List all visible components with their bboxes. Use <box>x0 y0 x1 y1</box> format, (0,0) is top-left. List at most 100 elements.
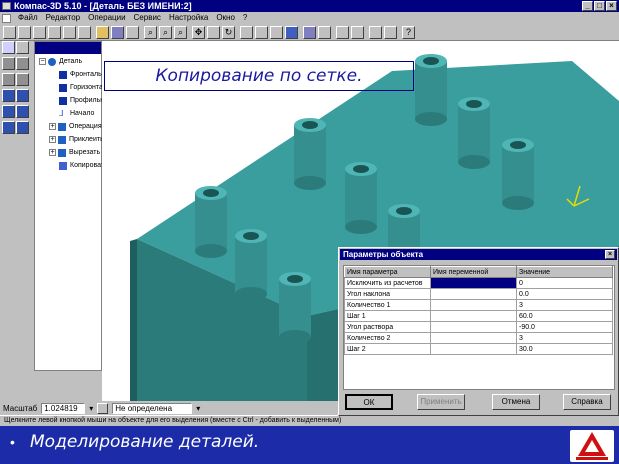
value-cell[interactable]: 3 <box>516 299 613 311</box>
document-icon[interactable] <box>2 13 11 23</box>
value-cell[interactable]: 3 <box>516 332 613 344</box>
revolve-icon[interactable] <box>16 57 29 70</box>
model-tree-panel: − Деталь Фронтальная Горизонтальная Проф… <box>34 41 122 371</box>
tree-item-cut[interactable]: + Вырезать <box>49 147 100 158</box>
cut-extrude-icon[interactable] <box>2 89 15 102</box>
variable-cell[interactable] <box>430 288 517 300</box>
orientation-select[interactable]: Не определена <box>112 402 193 414</box>
scale-bar: Масштаб 1.024819 ▾ Не определена ▾ <box>0 401 338 415</box>
rotate-icon[interactable]: ↻ <box>222 26 235 39</box>
maximize-button[interactable]: □ <box>594 1 605 11</box>
variable-cell[interactable] <box>430 332 517 344</box>
value-cell[interactable]: 30.0 <box>516 343 613 355</box>
expand-icon[interactable]: + <box>49 149 56 156</box>
tree-item-origin[interactable]: ⅃ Начало <box>59 108 94 119</box>
menu-service[interactable]: Сервис <box>130 12 165 24</box>
zoom-in-icon[interactable]: ⌕ <box>144 26 157 39</box>
menu-editor[interactable]: Редактор <box>42 12 84 24</box>
expand-icon[interactable]: + <box>49 123 56 130</box>
new-drawing-icon[interactable] <box>48 26 61 39</box>
table-row[interactable]: Угол раствора -90.0 <box>344 321 613 333</box>
zoom-all-icon[interactable] <box>207 26 220 39</box>
value-cell[interactable]: -90.0 <box>516 321 613 333</box>
save-icon[interactable] <box>111 26 124 39</box>
menu-window[interactable]: Окно <box>212 12 239 24</box>
pan-icon[interactable]: ✥ <box>192 26 205 39</box>
tree-item-label: Операция <box>69 123 102 130</box>
tree-item-boss[interactable]: + Приклеить <box>49 134 104 145</box>
properties-icon[interactable] <box>318 26 331 39</box>
menu-help[interactable]: ? <box>239 12 251 24</box>
chevron-down-icon[interactable]: ▾ <box>196 404 200 413</box>
chevron-down-icon[interactable]: ▾ <box>89 404 93 413</box>
boss-feature-icon <box>58 135 66 144</box>
hidden-lines-icon[interactable] <box>255 26 268 39</box>
close-button[interactable]: × <box>606 1 617 11</box>
menu-operations[interactable]: Операции <box>84 12 129 24</box>
mass-icon[interactable] <box>384 26 397 39</box>
value-cell[interactable]: 0.0 <box>516 288 613 300</box>
cut-revolve-icon[interactable] <box>16 89 29 102</box>
param-name-cell: Угол наклона <box>344 288 431 300</box>
extrude-icon[interactable] <box>2 57 15 70</box>
collapse-icon[interactable]: − <box>39 58 46 65</box>
column-header-param-name[interactable]: Имя параметра <box>344 266 431 278</box>
cancel-button[interactable]: Отмена <box>492 394 540 410</box>
pointer-icon[interactable] <box>16 41 29 54</box>
tree-item-part[interactable]: − Деталь <box>39 56 82 67</box>
new-fragment-icon[interactable] <box>63 26 76 39</box>
context-help-icon[interactable]: ? <box>402 26 415 39</box>
param-name-cell: Количество 2 <box>344 332 431 344</box>
loft-icon[interactable] <box>16 73 29 86</box>
open-folder-icon[interactable] <box>96 26 109 39</box>
table-row[interactable]: Шаг 2 30.0 <box>344 343 613 355</box>
zoom-window-icon[interactable]: ⌕ <box>174 26 187 39</box>
tree-item-copy[interactable]: Копировать <box>59 160 108 171</box>
value-cell[interactable]: 60.0 <box>516 310 613 322</box>
table-row[interactable]: Исключить из расчетов 0 <box>344 277 613 289</box>
select-icon[interactable] <box>2 41 15 54</box>
sketch-icon[interactable] <box>336 26 349 39</box>
wireframe-icon[interactable] <box>240 26 253 39</box>
tree-item-operation[interactable]: + Операция <box>49 121 102 132</box>
column-header-value[interactable]: Значение <box>516 266 613 278</box>
variable-cell[interactable] <box>430 321 517 333</box>
minimize-button[interactable]: _ <box>582 1 593 11</box>
new-icon[interactable] <box>3 26 16 39</box>
column-header-variable-name[interactable]: Имя переменной <box>430 266 517 278</box>
menu-settings[interactable]: Настройка <box>165 12 212 24</box>
edit-icon[interactable] <box>351 26 364 39</box>
sweep-icon[interactable] <box>2 73 15 86</box>
value-cell[interactable]: 0 <box>516 277 613 289</box>
shaded-icon[interactable] <box>285 26 298 39</box>
apply-button[interactable]: Применить <box>417 394 465 410</box>
thin-lines-icon[interactable] <box>270 26 283 39</box>
variable-cell[interactable] <box>430 277 517 289</box>
new-text-icon[interactable] <box>78 26 91 39</box>
orientation-icon[interactable] <box>97 402 109 414</box>
expand-icon[interactable]: + <box>49 136 56 143</box>
table-row[interactable]: Угол наклона 0.0 <box>344 288 613 300</box>
scale-input[interactable]: 1.024819 <box>41 402 86 414</box>
shell-icon[interactable] <box>2 121 15 134</box>
print-icon[interactable] <box>126 26 139 39</box>
help-button[interactable]: Справка <box>563 394 611 410</box>
fillet-icon[interactable] <box>2 105 15 118</box>
origin-axes-icon: ⅃ <box>59 108 64 118</box>
new-part-icon[interactable] <box>18 26 31 39</box>
rib-icon[interactable] <box>16 121 29 134</box>
zoom-out-icon[interactable]: ⌕ <box>159 26 172 39</box>
menu-file[interactable]: Файл <box>14 12 42 24</box>
chamfer-icon[interactable] <box>16 105 29 118</box>
variable-cell[interactable] <box>430 310 517 322</box>
new-assembly-icon[interactable] <box>33 26 46 39</box>
table-row[interactable]: Количество 1 3 <box>344 299 613 311</box>
table-row[interactable]: Шаг 1 60.0 <box>344 310 613 322</box>
ok-button[interactable]: ОК <box>345 394 393 410</box>
dialog-close-button[interactable]: × <box>605 250 615 259</box>
measure-icon[interactable] <box>369 26 382 39</box>
variable-cell[interactable] <box>430 299 517 311</box>
variable-cell[interactable] <box>430 343 517 355</box>
tree-view-icon[interactable] <box>303 26 316 39</box>
table-row[interactable]: Количество 2 3 <box>344 332 613 344</box>
